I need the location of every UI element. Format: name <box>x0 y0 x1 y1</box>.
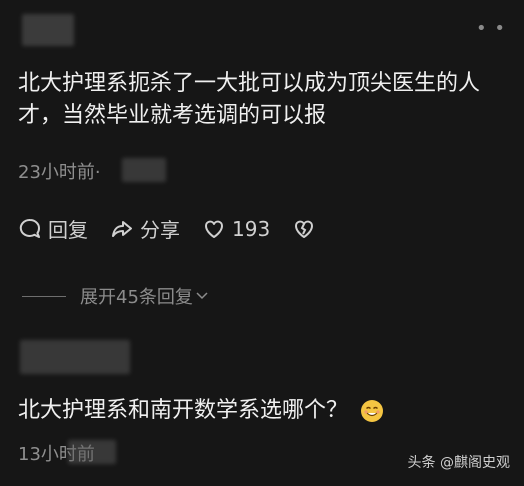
heart-icon <box>205 220 223 238</box>
comment-actions: 回复 分享 193 <box>18 214 316 243</box>
share-label: 分享 <box>140 218 180 242</box>
expand-replies-label: 展开45条回复 <box>80 287 193 308</box>
comment-text: 北大护理系扼杀了一大批可以成为顶尖医生的人才，当然毕业就考选调的可以报 <box>18 71 481 128</box>
comment-item: 北大护理系和南开数学系选哪个？ <box>18 395 508 427</box>
smiling-emoji-icon <box>361 400 384 422</box>
like-count: 193 <box>232 216 271 241</box>
like-button[interactable]: 193 <box>202 217 270 241</box>
share-button[interactable]: 分享 <box>110 214 180 243</box>
comment-bubble-icon <box>19 218 40 238</box>
expand-replies[interactable]: 展开45条回复 <box>22 283 209 309</box>
blurred-location <box>122 158 166 182</box>
blurred-location <box>68 440 116 464</box>
watermark: 头条 @麒阁史观 <box>407 455 510 471</box>
more-options-icon[interactable]: • • <box>476 18 506 39</box>
divider-line <box>22 295 66 297</box>
broken-heart-icon <box>295 220 314 238</box>
reply-label: 回复 <box>48 218 88 242</box>
dislike-button[interactable] <box>292 217 316 241</box>
blurred-avatar-username <box>22 14 74 46</box>
comment-text: 北大护理系和南开数学系选哪个？ <box>18 398 349 423</box>
share-arrow-icon <box>112 220 132 237</box>
blurred-avatar-username <box>20 340 130 374</box>
reply-button[interactable]: 回复 <box>18 214 88 243</box>
chevron-down-icon <box>196 292 208 300</box>
comment-timestamp: 23小时前· <box>18 162 101 183</box>
